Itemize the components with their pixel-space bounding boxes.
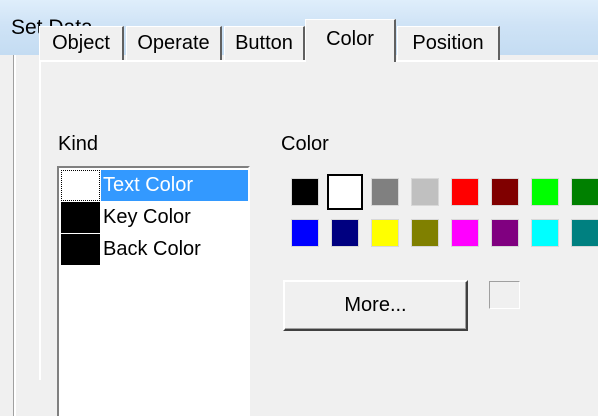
color-swatch[interactable] (291, 219, 319, 247)
color-swatch[interactable] (491, 219, 519, 247)
color-swatch[interactable] (531, 178, 559, 206)
color-swatch[interactable] (291, 178, 319, 206)
kind-item-label: Text Color (101, 170, 248, 201)
color-swatch[interactable] (371, 219, 399, 247)
color-swatch[interactable] (331, 219, 359, 247)
kind-swatch (61, 170, 100, 201)
color-swatch[interactable] (411, 178, 439, 206)
color-swatch[interactable] (327, 174, 363, 210)
color-swatch[interactable] (451, 178, 479, 206)
kind-item-label: Back Color (103, 238, 201, 260)
kind-swatch (61, 234, 100, 265)
tab-color[interactable]: Color (305, 19, 396, 62)
kind-list[interactable]: Text Color Key Color Back Color (57, 166, 250, 416)
tab-operate[interactable]: Operate (126, 26, 222, 60)
color-swatch[interactable] (531, 219, 559, 247)
color-swatch[interactable] (491, 178, 519, 206)
kind-label: Kind (58, 133, 99, 155)
kind-item-label: Key Color (103, 206, 191, 228)
dialog-frame-edge (13, 55, 16, 416)
kind-item-back-color[interactable]: Back Color (61, 234, 248, 266)
kind-item-text-color[interactable]: Text Color (61, 170, 248, 202)
color-swatch[interactable] (571, 219, 598, 247)
tab-position[interactable]: Position (397, 26, 500, 60)
color-label: Color (281, 133, 329, 155)
color-swatch[interactable] (571, 178, 598, 206)
color-preview-box (489, 281, 520, 309)
tab-object[interactable]: Object (39, 26, 124, 60)
color-swatch[interactable] (451, 219, 479, 247)
tab-button[interactable]: Button (224, 26, 305, 60)
color-swatch[interactable] (411, 219, 439, 247)
kind-item-key-color[interactable]: Key Color (61, 202, 248, 234)
more-colors-button[interactable]: More... (283, 280, 468, 331)
kind-swatch (61, 202, 100, 233)
color-swatch[interactable] (371, 178, 399, 206)
